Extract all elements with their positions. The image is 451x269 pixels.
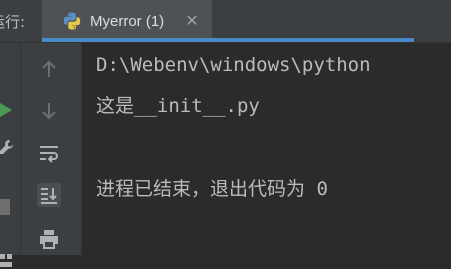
- console-line: 这是__init__.py: [96, 95, 260, 117]
- soft-wrap-icon[interactable]: [37, 141, 61, 165]
- layout-icon[interactable]: [0, 253, 14, 269]
- run-toolbar: [0, 43, 21, 267]
- arrow-up-icon[interactable]: [37, 57, 61, 81]
- scroll-to-end-icon[interactable]: [37, 183, 61, 207]
- run-icon[interactable]: [0, 101, 14, 119]
- tab-title[interactable]: Myerror (1): [90, 12, 164, 32]
- arrow-down-icon[interactable]: [37, 99, 61, 123]
- console-toolbar: [21, 43, 82, 255]
- console-line: D:\Webenv\windows\python: [96, 54, 371, 76]
- print-icon[interactable]: [37, 227, 61, 251]
- console-output[interactable]: D:\Webenv\windows\python 这是__init__.py 进…: [82, 43, 451, 255]
- close-icon[interactable]: ✕: [183, 12, 201, 30]
- run-panel-label: 运行:: [0, 13, 26, 31]
- console-line: 进程已结束，退出代码为 0: [96, 178, 328, 200]
- wrench-icon[interactable]: [0, 139, 14, 157]
- active-tab-indicator: [42, 38, 414, 42]
- python-icon: [63, 12, 81, 30]
- run-panel-header: 运行: Myerror (1) ✕: [0, 0, 451, 43]
- stop-icon[interactable]: [0, 199, 10, 215]
